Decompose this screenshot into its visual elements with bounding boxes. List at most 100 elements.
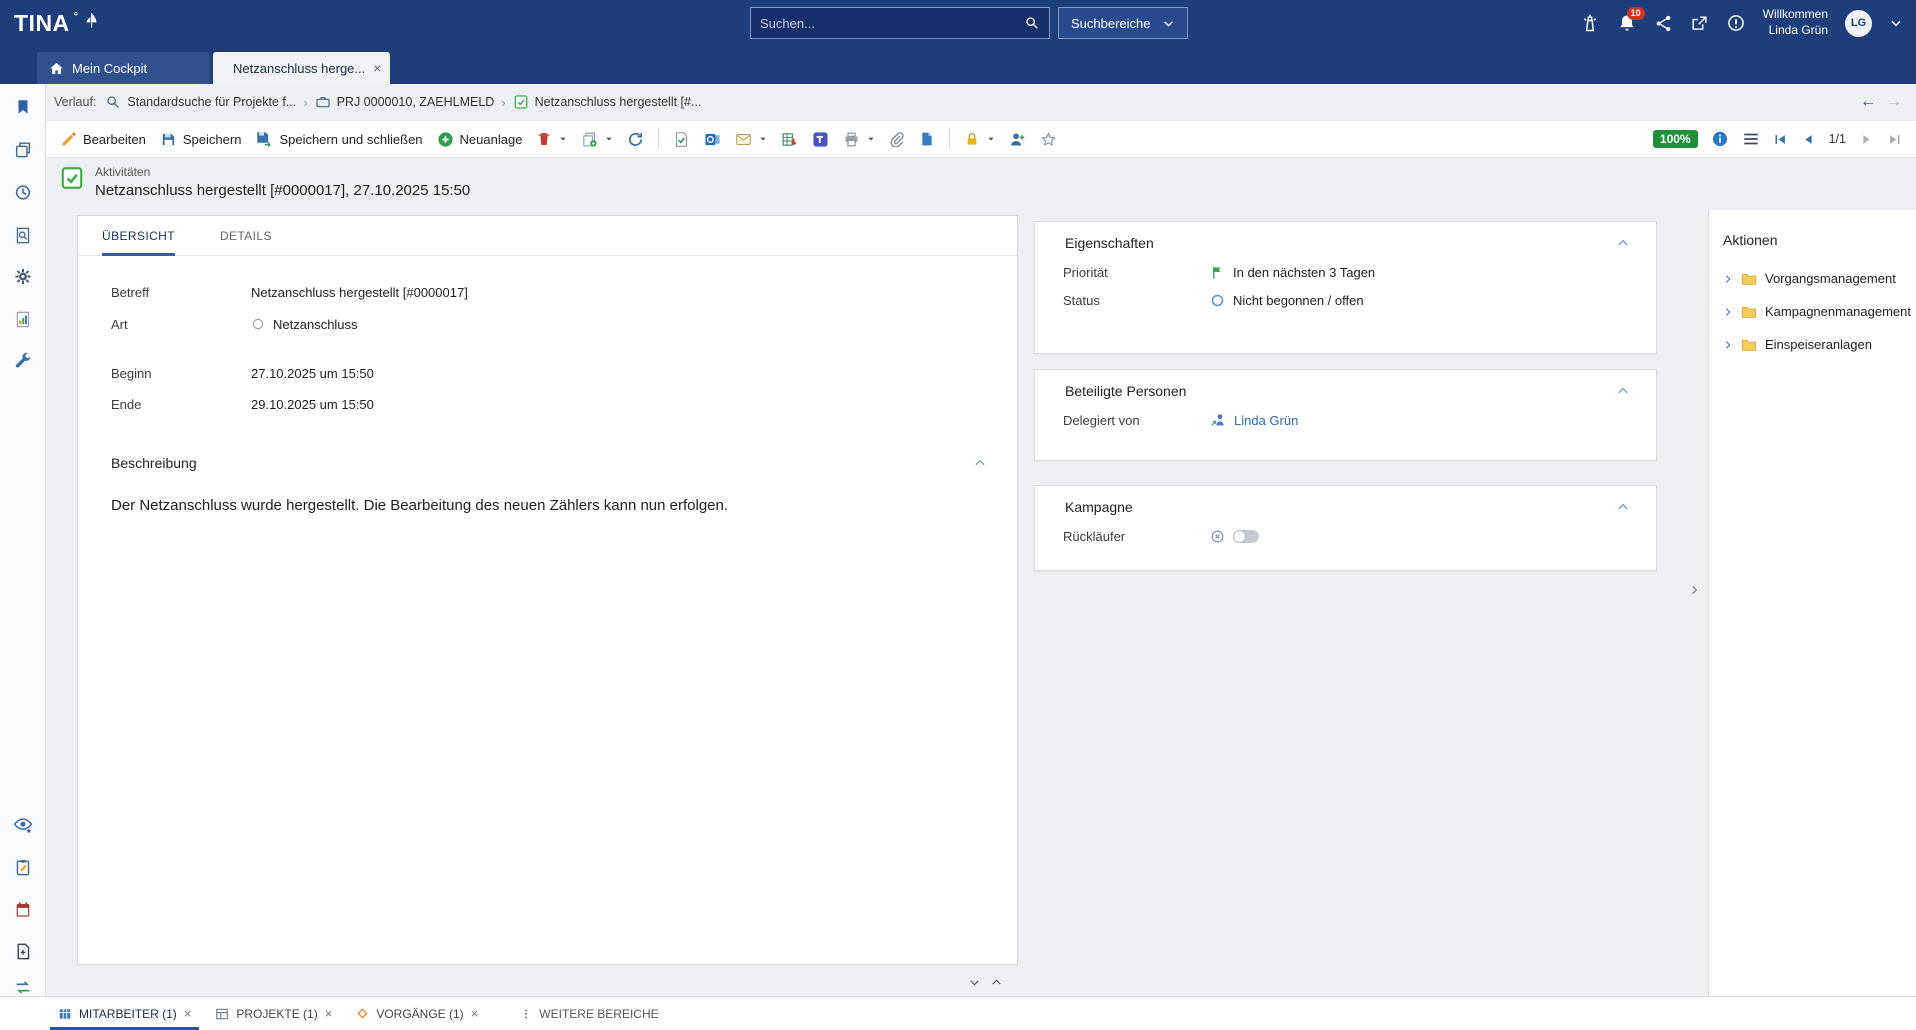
user-menu-button[interactable]	[1889, 16, 1903, 30]
field-value[interactable]: 27.10.2025 um 15:50	[251, 366, 374, 381]
history-back-button[interactable]: ←	[1860, 93, 1876, 111]
first-record-button[interactable]	[1773, 132, 1788, 147]
teams-button[interactable]	[812, 131, 829, 148]
help-button[interactable]	[1726, 13, 1746, 33]
add-participant-button[interactable]	[1009, 131, 1026, 148]
breadcrumb-item-project[interactable]: PRJ 0000010, ZAEHLMELD	[315, 94, 495, 110]
collapse-down-button[interactable]	[968, 976, 981, 989]
card-collapse-button[interactable]	[1616, 384, 1630, 398]
row-value[interactable]: In den nächsten 3 Tagen	[1210, 265, 1375, 280]
ruecklaeufer-toggle[interactable]	[1233, 530, 1259, 543]
bottom-tab-close-button[interactable]: ×	[471, 1006, 479, 1021]
collapse-up-button[interactable]	[990, 976, 1003, 989]
description-collapse-button[interactable]	[973, 456, 987, 470]
caret-down-icon	[559, 135, 567, 143]
rail-windows-button[interactable]	[13, 140, 32, 159]
overview-form: Betreff Netzanschluss hergestellt [#0000…	[78, 283, 1017, 514]
row-value-text: In den nächsten 3 Tagen	[1233, 265, 1375, 280]
send-mail-button[interactable]	[735, 131, 767, 148]
x-circle-icon	[1210, 529, 1225, 544]
tab-details[interactable]: DETAILS	[220, 216, 272, 255]
field-value[interactable]: Netzanschluss	[251, 317, 358, 332]
tab-label: Netzanschluss herge...	[233, 61, 365, 76]
aktion-vorgangsmanagement[interactable]: Vorgangsmanagement	[1723, 262, 1916, 295]
beacon-button[interactable]	[1580, 13, 1600, 33]
bottom-tab-close-button[interactable]: ×	[325, 1006, 333, 1021]
rail-search-document-button[interactable]	[13, 226, 32, 245]
bottom-tab-close-button[interactable]: ×	[184, 1006, 192, 1021]
card-collapse-button[interactable]	[1616, 236, 1630, 250]
attachment-button[interactable]	[889, 131, 905, 147]
open-external-button[interactable]	[1690, 14, 1709, 33]
bottom-tab-weitere-bereiche[interactable]: WEITERE BEREICHE	[508, 997, 670, 1030]
field-value[interactable]: 29.10.2025 um 15:50	[251, 397, 374, 412]
last-record-button[interactable]	[1887, 132, 1902, 147]
outlook-button[interactable]	[704, 131, 721, 148]
rail-sync-button[interactable]	[13, 978, 32, 997]
edit-button[interactable]: Bearbeiten	[60, 131, 146, 148]
rail-tools-button[interactable]	[13, 352, 32, 371]
favorite-button[interactable]	[1040, 131, 1057, 148]
rail-watch-button[interactable]	[13, 815, 33, 835]
tab-uebersicht[interactable]: ÜBERSICHT	[102, 216, 175, 255]
breadcrumb-separator: ›	[501, 95, 505, 110]
record-title: Netzanschluss hergestellt [#0000017], 27…	[95, 182, 470, 199]
search-icon[interactable]	[1024, 15, 1040, 31]
delete-button[interactable]	[536, 131, 567, 147]
dots-vertical-icon	[520, 1008, 532, 1020]
print-button[interactable]	[843, 131, 875, 148]
aktionen-expander-button[interactable]	[1689, 583, 1700, 597]
rail-settings-button[interactable]	[13, 267, 32, 286]
export-button[interactable]	[781, 131, 798, 148]
field-ende: Ende 29.10.2025 um 15:50	[111, 395, 987, 413]
history-forward-button[interactable]: →	[1886, 93, 1902, 111]
wrench-icon	[13, 352, 32, 371]
delegiert-link[interactable]: Linda Grün	[1234, 413, 1298, 428]
refresh-button[interactable]	[627, 131, 644, 148]
next-record-button[interactable]	[1859, 132, 1874, 147]
zoom-badge[interactable]: 100%	[1653, 130, 1698, 148]
info-button[interactable]	[1711, 130, 1729, 148]
breadcrumb-item-search[interactable]: Standardsuche für Projekte f...	[105, 94, 296, 110]
avatar[interactable]: LG	[1845, 10, 1872, 37]
permissions-button[interactable]	[964, 131, 995, 147]
aktion-einspeiseranlagen[interactable]: Einspeiseranlagen	[1723, 328, 1916, 361]
bottom-tab-mitarbeiter[interactable]: MITARBEITER (1) ×	[46, 997, 203, 1030]
rail-calendar-button[interactable]	[13, 900, 32, 919]
save-button[interactable]: Speichern	[160, 131, 242, 148]
eye-star-icon	[13, 815, 33, 835]
tab-mein-cockpit[interactable]: Mein Cockpit	[37, 52, 210, 84]
create-new-button[interactable]: Neuanlage	[437, 131, 523, 148]
document-button[interactable]	[919, 131, 935, 147]
search-box[interactable]	[750, 7, 1050, 39]
aktion-label: Vorgangsmanagement	[1765, 271, 1896, 286]
field-value[interactable]: Netzanschluss hergestellt [#0000017]	[251, 285, 468, 300]
rail-new-document-button[interactable]	[13, 942, 32, 961]
rail-reports-button[interactable]	[13, 310, 32, 329]
rail-history-button[interactable]	[13, 183, 32, 202]
row-value[interactable]: Nicht begonnen / offen	[1210, 293, 1364, 308]
search-input[interactable]	[760, 16, 1024, 31]
menu-button[interactable]	[1742, 130, 1760, 148]
description-text[interactable]: Der Netzanschluss wurde hergestellt. Die…	[111, 497, 987, 514]
search-scope-button[interactable]: Suchbereiche	[1058, 7, 1188, 39]
tab-netzanschluss[interactable]: Netzanschluss herge... ×	[213, 52, 390, 84]
save-and-close-button[interactable]: Speichern und schließen	[255, 130, 422, 148]
copy-button[interactable]	[581, 131, 613, 148]
approve-document-button[interactable]	[673, 131, 690, 148]
aktion-kampagnenmanagement[interactable]: Kampagnenmanagement	[1723, 295, 1916, 328]
card-collapse-button[interactable]	[1616, 500, 1630, 514]
bottom-tab-projekte[interactable]: PROJEKTE (1) ×	[203, 997, 344, 1030]
tab-close-button[interactable]: ×	[373, 61, 381, 75]
previous-record-button[interactable]	[1801, 132, 1816, 147]
notifications-button[interactable]: 10	[1617, 13, 1637, 33]
share-button[interactable]	[1654, 14, 1673, 33]
breadcrumb: Verlauf: Standardsuche für Projekte f...…	[46, 84, 1916, 120]
breadcrumb-item-activity[interactable]: Netzanschluss hergestellt [#...	[513, 94, 702, 110]
rail-bookmarks-button[interactable]	[14, 98, 32, 116]
rail-tasks-button[interactable]	[13, 858, 32, 877]
teams-icon	[812, 131, 829, 148]
bottom-tab-vorgaenge[interactable]: VORGÄNGE (1) ×	[344, 997, 490, 1030]
caret-down-icon	[987, 135, 995, 143]
welcome-line2: Linda Grün	[1763, 23, 1828, 39]
